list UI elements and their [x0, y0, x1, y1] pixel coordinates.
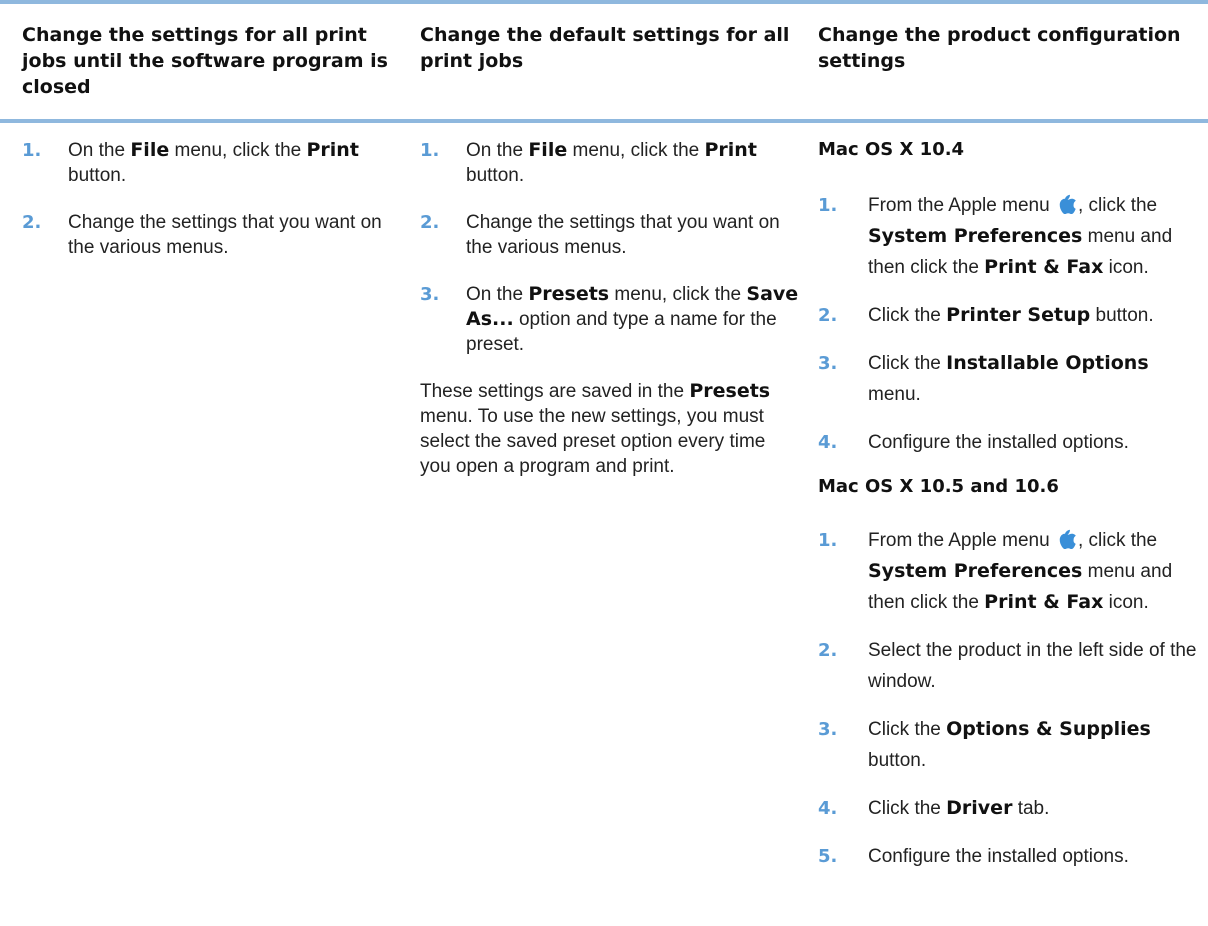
step-number: 1. [22, 140, 42, 161]
column-1: 1. On the File menu, click the Print but… [22, 138, 392, 282]
column-3: Mac OS X 10.4 1. From the Apple menu , c… [818, 138, 1198, 889]
step-number: 1. [818, 195, 838, 216]
step-number: 1. [818, 530, 838, 551]
header-rule [0, 119, 1208, 123]
step-number: 4. [818, 798, 838, 819]
step-number: 2. [818, 640, 838, 661]
list-item: 3. Click the Installable Options menu. [818, 348, 1198, 410]
step-number: 4. [818, 432, 838, 453]
section-title-mac-10-4: Mac OS X 10.4 [818, 139, 965, 160]
section-title-mac-10-5-10-6: Mac OS X 10.5 and 10.6 [818, 476, 1059, 497]
list-item: 2. Change the settings that you want on … [22, 212, 382, 258]
list-item: 4. Configure the installed options. [818, 427, 1198, 458]
apple-icon [1059, 529, 1076, 549]
list-item: 4. Click the Driver tab. [818, 793, 1198, 824]
list-item: 3. On the Presets menu, click the Save A… [420, 283, 799, 355]
step-number: 2. [818, 305, 838, 326]
list-item: 2. Change the settings that you want on … [420, 212, 780, 258]
list-item: 2. Select the product in the left side o… [818, 635, 1198, 697]
step-number: 3. [818, 719, 838, 740]
top-rule [0, 0, 1208, 4]
column-2: 1. On the File menu, click the Print but… [420, 138, 800, 479]
list-item: 3. Click the Options & Supplies button. [818, 714, 1198, 776]
header-col1: Change the settings for all print jobs u… [22, 24, 388, 98]
step-number: 3. [818, 353, 838, 374]
list-item: 1. From the Apple menu , click the Syste… [818, 525, 1198, 618]
step-number: 2. [22, 212, 42, 233]
step-number: 1. [420, 140, 440, 161]
step-number: 5. [818, 846, 838, 867]
list-item: 1. On the File menu, click the Print but… [22, 139, 359, 186]
list-item: 1. On the File menu, click the Print but… [420, 139, 757, 186]
list-item: 5. Configure the installed options. [818, 841, 1198, 872]
document-page: Change the settings for all print jobs u… [0, 0, 1208, 926]
header-col3: Change the product configuration setting… [818, 24, 1181, 72]
step-number: 3. [420, 284, 440, 305]
apple-icon [1059, 194, 1076, 214]
list-item: 2. Click the Printer Setup button. [818, 300, 1198, 331]
header-col2: Change the default settings for all prin… [420, 24, 790, 72]
list-item: 1. From the Apple menu , click the Syste… [818, 190, 1198, 283]
step-number: 2. [420, 212, 440, 233]
presets-note: These settings are saved in the Presets … [420, 380, 771, 477]
